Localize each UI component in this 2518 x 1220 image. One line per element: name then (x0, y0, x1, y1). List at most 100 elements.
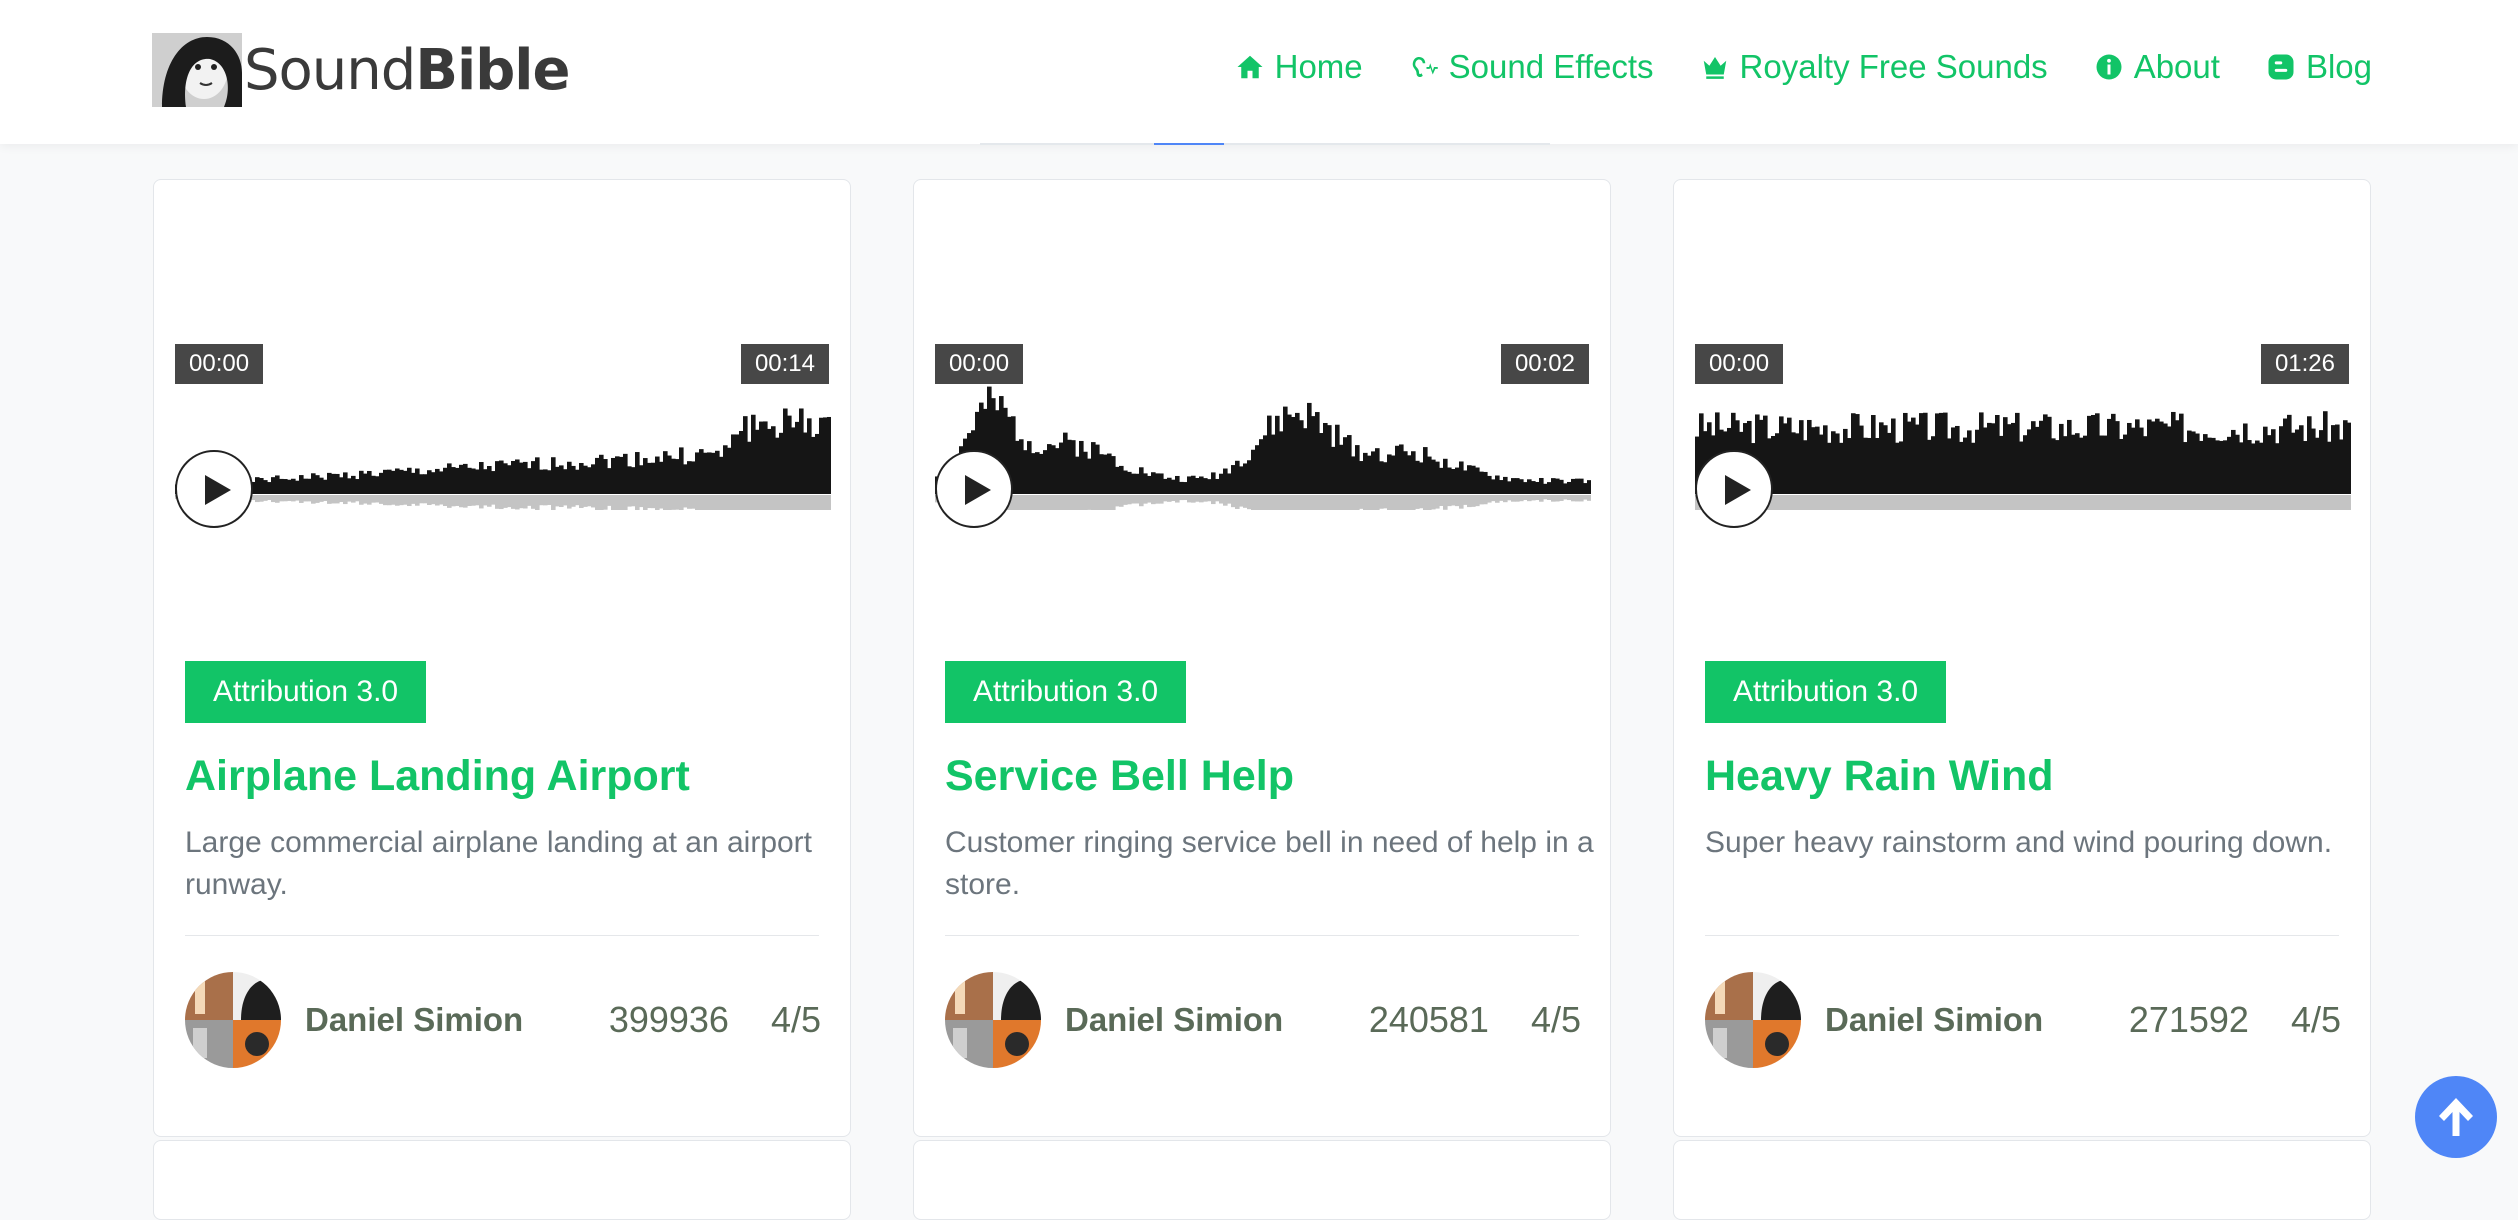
waveform-reflection-bar (1391, 495, 1396, 510)
waveform[interactable] (935, 290, 1591, 510)
waveform-bar (571, 465, 576, 494)
waveform-bar (1535, 482, 1540, 494)
sound-description: Large commercial airplane landing at an … (185, 826, 813, 901)
waveform-bar (447, 463, 452, 494)
waveform-bar (1919, 413, 1924, 494)
license-badge[interactable]: Attribution 3.0 (945, 661, 1187, 723)
waveform-reflection-bar (1935, 495, 1940, 510)
waveform-bar (1571, 478, 1576, 494)
play-button[interactable] (175, 450, 253, 528)
author-avatar[interactable] (185, 972, 281, 1068)
waveform-reflection-bar (1119, 495, 1124, 507)
waveform-reflection-bar (1999, 495, 2004, 510)
sound-title[interactable]: Airplane Landing Airport (185, 752, 690, 801)
waveform-bar (1791, 432, 1796, 494)
waveform-bar (407, 467, 412, 494)
waveform-bar (1403, 451, 1408, 494)
waveform-bar (1839, 442, 1844, 494)
waveform-reflection-bar (1807, 495, 1812, 510)
waveform-bar (1071, 440, 1076, 494)
waveform-reflection-bar (1791, 495, 1796, 510)
waveform-bar (371, 475, 376, 494)
waveform-reflection-bar (707, 495, 712, 510)
author-avatar[interactable] (945, 972, 1041, 1068)
waveform-bar (1975, 429, 1980, 494)
waveform-reflection-bar (311, 495, 316, 504)
waveform-bar (1387, 454, 1392, 494)
waveform-bar (519, 462, 524, 494)
scroll-to-top-button[interactable] (2415, 1076, 2497, 1158)
author-avatar[interactable] (1705, 972, 1801, 1068)
waveform-reflection-bar (735, 495, 740, 510)
waveform-reflection-bar (1499, 495, 1504, 501)
license-badge[interactable]: Attribution 3.0 (185, 661, 427, 723)
waveform[interactable] (1695, 290, 2351, 510)
waveform-reflection-bar (699, 495, 704, 510)
waveform-bar (267, 482, 272, 494)
waveform-bar (555, 466, 560, 494)
waveform-bar (2039, 420, 2044, 494)
play-button[interactable] (935, 450, 1013, 528)
author-name[interactable]: Daniel Simion (1065, 1001, 1283, 1039)
waveform-reflection-bar (631, 495, 636, 507)
waveform-reflection-bar (1851, 495, 1856, 510)
waveform[interactable] (175, 290, 831, 510)
site-logo[interactable]: SoundBible (152, 32, 570, 108)
waveform-reflection-bar (751, 495, 756, 510)
waveform-bar (1343, 437, 1348, 494)
waveform-bar (647, 462, 652, 494)
waveform-reflection-bar (1371, 495, 1376, 510)
license-badge[interactable]: Attribution 3.0 (1705, 661, 1947, 723)
waveform-reflection-bar (1447, 495, 1452, 507)
waveform-bar (583, 465, 588, 494)
author-name[interactable]: Daniel Simion (305, 1001, 523, 1039)
waveform-reflection-bar (2107, 495, 2112, 510)
nav-royalty-free[interactable]: Royalty Free Sounds (1700, 48, 2048, 86)
waveform-reflection-bar (1895, 495, 1900, 510)
waveform-reflection-bar (1055, 495, 1060, 510)
waveform-reflection-bar (531, 495, 536, 509)
rating: 4/5 (1530, 999, 1581, 1040)
nav-about[interactable]: About (2094, 48, 2220, 86)
waveform-reflection-bar (2111, 495, 2116, 510)
logo-portrait-icon (152, 33, 242, 107)
waveform-reflection-bar (1155, 495, 1160, 504)
waveform-bar (1563, 483, 1568, 494)
waveform-bar (299, 475, 304, 494)
waveform-reflection-bar (1239, 495, 1244, 507)
waveform-reflection-bar (1339, 495, 1344, 510)
nav-sound-effects[interactable]: Sound Effects (1409, 48, 1654, 86)
waveform-bar (2159, 421, 2164, 494)
sound-title[interactable]: Heavy Rain Wind (1705, 752, 2053, 801)
waveform-reflection-bar (423, 495, 428, 504)
nav-home[interactable]: Home (1235, 48, 1363, 86)
duration: 01:26 (2260, 344, 2349, 384)
waveform-reflection-bar (1951, 495, 1956, 510)
waveform-bar (567, 461, 572, 494)
waveform-reflection-bar (1491, 495, 1496, 502)
waveform-reflection-bar (1251, 495, 1256, 510)
waveform-bar (1279, 431, 1284, 494)
waveform-bar (1999, 435, 2004, 494)
waveform-reflection-bar (1063, 495, 1068, 510)
waveform-reflection-bar (687, 495, 692, 509)
waveform-bar (575, 469, 580, 494)
waveform-bar (2075, 433, 2080, 494)
waveform-bar (263, 480, 268, 494)
waveform-bar (319, 477, 324, 494)
play-button[interactable] (1695, 450, 1773, 528)
waveform-reflection-bar (2171, 495, 2176, 510)
author-name[interactable]: Daniel Simion (1825, 1001, 2043, 1039)
waveform-bar (1239, 466, 1244, 494)
waveform-reflection-bar (2155, 495, 2160, 510)
sound-title[interactable]: Service Bell Help (945, 752, 1294, 801)
waveform-reflection-bar (1507, 495, 1512, 501)
waveform-reflection-bar (2255, 495, 2260, 510)
waveform-bar (2291, 432, 2296, 494)
waveform-bar (723, 445, 728, 494)
waveform-reflection-bar (1587, 495, 1591, 501)
waveform-reflection-bar (715, 495, 720, 510)
waveform-reflection-bar (2043, 495, 2048, 510)
nav-blog[interactable]: Blog (2266, 48, 2372, 86)
waveform-bar (2175, 420, 2180, 494)
